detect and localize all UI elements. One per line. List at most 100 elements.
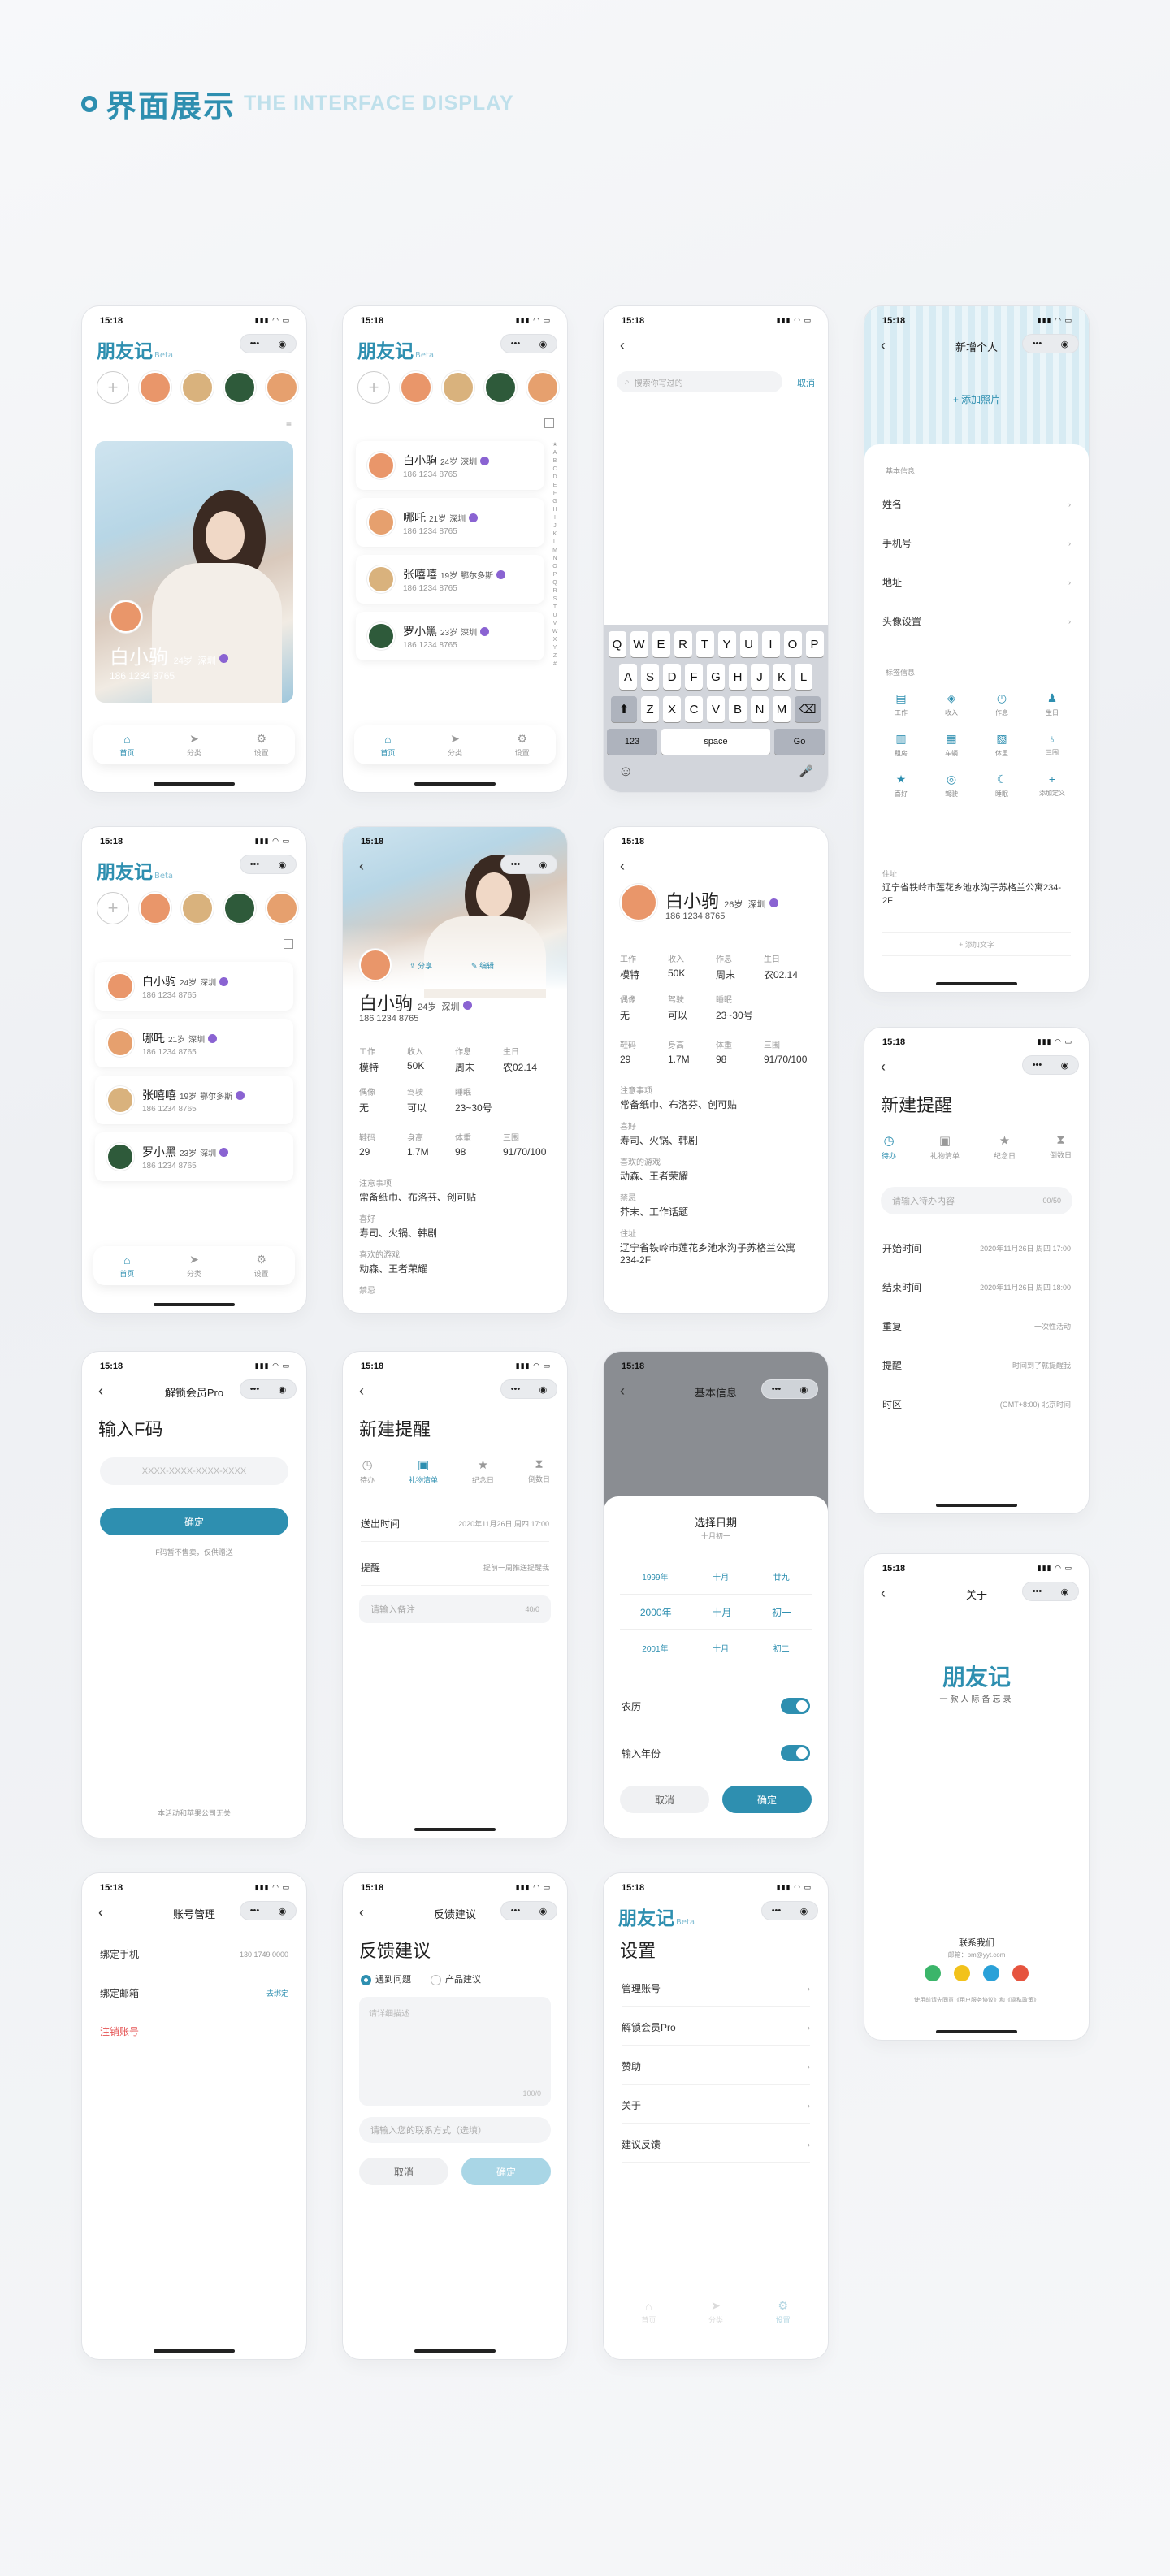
capsule-menu[interactable]: ••• ◉ — [240, 1901, 297, 1920]
list-item[interactable]: 张嘻嘻 19岁 鄂尔多斯 186 1234 8765 — [356, 555, 544, 604]
emoji-icon[interactable]: ☺ — [618, 763, 633, 780]
tag-item[interactable]: ▥ 租房 — [876, 732, 926, 773]
todo-input[interactable]: 请输入待办内容 00/50 — [881, 1187, 1072, 1214]
add-photo-button[interactable]: + 添加照片 — [864, 392, 1089, 406]
radio-checked-icon[interactable] — [361, 1974, 371, 1985]
close-target-icon[interactable]: ◉ — [1061, 1587, 1069, 1597]
index-letter[interactable]: N — [551, 555, 559, 563]
tag-item[interactable]: ★ 喜好 — [876, 773, 926, 813]
date-wheel[interactable]: 1999年 十月 廿九 2000年 十月 初一 2001年 十月 初二 — [620, 1558, 812, 1664]
tag-item[interactable]: + 添加定义 — [1027, 773, 1077, 813]
key[interactable]: V — [707, 696, 725, 722]
index-letter[interactable]: X — [551, 636, 559, 644]
tag-icon[interactable]: + — [1027, 773, 1077, 786]
list-item[interactable]: 罗小黑 23岁 深圳 186 1234 8765 — [356, 612, 544, 660]
key[interactable]: Z — [641, 696, 659, 722]
key[interactable]: F — [685, 664, 703, 690]
back-icon[interactable]: ‹ — [359, 858, 364, 875]
key[interactable]: M — [773, 696, 791, 722]
submit-button[interactable]: 确定 — [462, 2158, 551, 2185]
tag-item[interactable]: ☾ 睡眠 — [977, 773, 1027, 813]
key[interactable]: K — [773, 664, 791, 690]
picker-day[interactable]: 廿九 — [774, 1570, 790, 1582]
row-feedback[interactable]: 建议反馈 › — [622, 2127, 810, 2163]
index-letter[interactable]: M — [551, 547, 559, 555]
space-key[interactable]: space — [661, 729, 770, 755]
index-letter[interactable]: L — [551, 539, 559, 547]
weibo-icon[interactable] — [1012, 1965, 1029, 1981]
index-letter[interactable]: Y — [551, 644, 559, 652]
key[interactable]: X — [663, 696, 681, 722]
picker-row[interactable]: 2000年 十月 初一 — [620, 1594, 812, 1630]
close-target-icon[interactable]: ◉ — [279, 339, 287, 349]
capsule-menu[interactable]: ••• ◉ — [1022, 1582, 1079, 1601]
index-letter[interactable]: K — [551, 530, 559, 539]
key[interactable]: U — [739, 631, 758, 657]
avatar[interactable] — [139, 371, 171, 404]
tag-icon[interactable]: ▤ — [876, 691, 926, 705]
tag-item[interactable]: ◈ 收入 — [926, 691, 977, 732]
capsule-menu[interactable]: ••• ◉ — [240, 1379, 297, 1399]
tab-todo[interactable]: ◷ 待办 — [882, 1133, 896, 1161]
key[interactable]: S — [641, 664, 659, 690]
index-letter[interactable]: O — [551, 563, 559, 571]
more-icon[interactable]: ••• — [511, 859, 521, 869]
wechat-icon[interactable] — [925, 1965, 941, 1981]
key[interactable]: N — [751, 696, 769, 722]
close-target-icon[interactable]: ◉ — [540, 1906, 548, 1916]
index-letter[interactable]: I — [551, 514, 559, 522]
index-letter[interactable]: C — [551, 465, 559, 474]
tag-icon[interactable]: ☾ — [977, 773, 1027, 786]
more-icon[interactable]: ••• — [1033, 1060, 1042, 1070]
key[interactable]: T — [696, 631, 714, 657]
confirm-button[interactable]: 确定 — [100, 1508, 288, 1535]
tag-item[interactable]: ▧ 体重 — [977, 732, 1027, 773]
list-item[interactable]: 白小驹 24岁 深圳 186 1234 8765 — [356, 441, 544, 490]
key[interactable]: R — [674, 631, 692, 657]
capsule-menu[interactable]: ••• ◉ — [761, 1379, 818, 1399]
list-item[interactable]: 哪吒 21岁 深圳 186 1234 8765 — [356, 498, 544, 547]
share-action[interactable]: ⇪ 分享 — [410, 960, 432, 971]
view-toggle-icon[interactable] — [284, 939, 293, 949]
row-bind-email[interactable]: 绑定邮箱 去绑定 — [100, 1976, 288, 2011]
avatar[interactable] — [526, 371, 559, 404]
index-letter[interactable]: V — [551, 620, 559, 628]
feedback-textarea[interactable]: 请详细描述 100/0 — [359, 1997, 551, 2106]
tag-icon[interactable]: ♁ — [1027, 732, 1077, 745]
field-name[interactable]: 姓名 › — [882, 487, 1071, 522]
radio-icon[interactable] — [431, 1974, 441, 1985]
tag-item[interactable]: ◷ 作息 — [977, 691, 1027, 732]
tab-settings[interactable]: ⚙ 设置 — [515, 732, 530, 758]
capsule-menu[interactable]: ••• ◉ — [1022, 1055, 1079, 1075]
share-icon[interactable]: ⇪ — [410, 962, 416, 970]
close-target-icon[interactable]: ◉ — [279, 1906, 287, 1916]
tab-home[interactable]: ⌂ 首页 — [119, 733, 134, 758]
add-person-button[interactable]: + — [97, 371, 129, 404]
add-person-button[interactable]: + — [97, 892, 129, 924]
key[interactable]: H — [729, 664, 747, 690]
avatar[interactable] — [266, 371, 298, 404]
numbers-key[interactable]: 123 — [607, 729, 657, 755]
tab-countdown[interactable]: ⧗ 倒数日 — [1050, 1133, 1072, 1161]
tag-icon[interactable]: ▥ — [876, 732, 926, 746]
key[interactable]: A — [619, 664, 637, 690]
row-bind-phone[interactable]: 绑定手机 130 1749 0000 — [100, 1937, 288, 1972]
picker-year[interactable]: 2000年 — [640, 1605, 672, 1619]
index-letter[interactable]: T — [551, 604, 559, 612]
view-toggle-icon[interactable]: ≡ — [286, 418, 292, 430]
capsule-menu[interactable]: ••• ◉ — [1022, 334, 1079, 353]
picker-year[interactable]: 2001年 — [642, 1642, 668, 1654]
index-letter[interactable]: W — [551, 628, 559, 636]
option-suggestion[interactable]: 产品建议 — [431, 1972, 481, 1985]
agreement-note[interactable]: 使用前请先同意《用户服务协议》和《隐私政策》 — [864, 1996, 1089, 2004]
close-target-icon[interactable]: ◉ — [800, 1906, 808, 1916]
capsule-menu[interactable]: ••• ◉ — [240, 334, 297, 353]
back-icon[interactable]: ‹ — [359, 1383, 364, 1400]
row-unlock-pro[interactable]: 解锁会员Pro › — [622, 2010, 810, 2046]
close-target-icon[interactable]: ◉ — [540, 859, 548, 870]
tab-share[interactable]: ➤ 分类 — [448, 732, 462, 758]
more-icon[interactable]: ••• — [511, 339, 521, 349]
avatar[interactable] — [223, 892, 256, 924]
field-phone[interactable]: 手机号 › — [882, 526, 1071, 561]
row-manage-account[interactable]: 管理账号 › — [622, 1971, 810, 2007]
